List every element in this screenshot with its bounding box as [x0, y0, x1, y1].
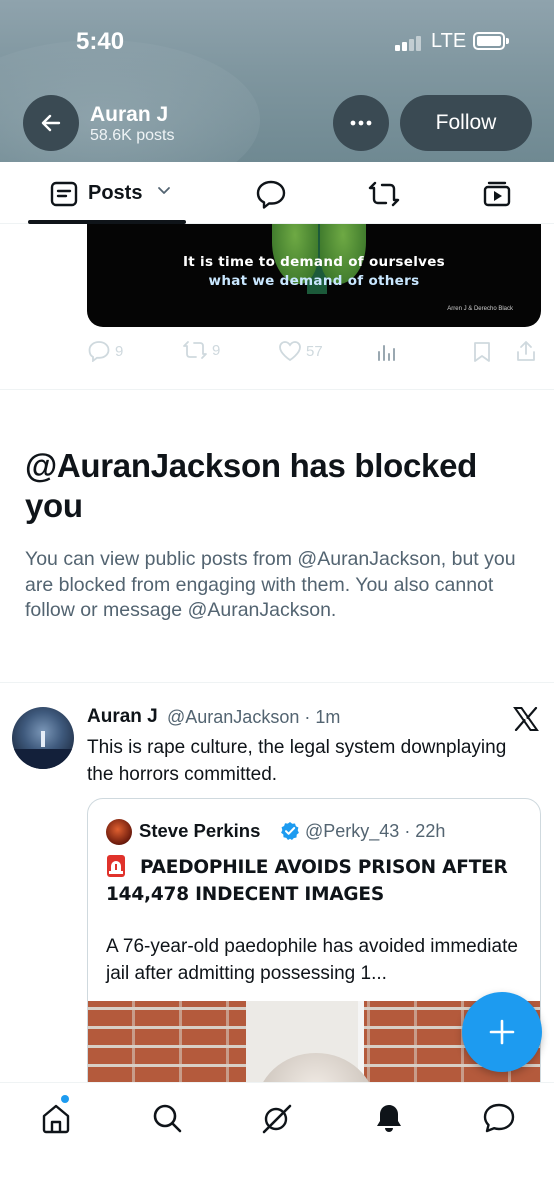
tab-media-icon[interactable]: [482, 179, 512, 209]
follow-button[interactable]: Follow: [400, 95, 532, 151]
share-icon[interactable]: [515, 340, 537, 362]
x-logo-icon: [513, 707, 539, 731]
tweet-text: This is rape culture, the legal system d…: [87, 737, 507, 785]
bottom-navigation: [0, 1082, 554, 1200]
home-icon[interactable]: [40, 1102, 72, 1134]
divider: [0, 682, 554, 683]
analytics-icon[interactable]: [376, 342, 398, 362]
post-actions: 9 9 57: [87, 338, 547, 366]
reply-action[interactable]: 9: [87, 340, 123, 362]
tab-posts[interactable]: Posts: [28, 162, 186, 224]
retweet-action[interactable]: 9: [182, 340, 220, 360]
retweet-icon: [183, 341, 207, 359]
media-quote-line1: It is time to demand of ourselves: [182, 254, 446, 270]
notification-dot: [61, 1095, 69, 1103]
media-quote-line2: what we demand of others: [208, 273, 420, 289]
chevron-down-icon: [158, 187, 170, 194]
more-dots-icon: [350, 120, 372, 126]
verified-badge-icon: [281, 822, 299, 840]
posts-icon: [50, 181, 78, 207]
heart-icon: [279, 341, 301, 362]
tweet-handle-time[interactable]: @AuranJackson · 1m: [167, 707, 340, 728]
back-button[interactable]: [23, 95, 79, 151]
reply-count: 9: [115, 342, 124, 360]
reply-icon: [88, 341, 110, 362]
quoted-avatar: [106, 819, 132, 845]
quoted-headline: PAEDOPHILE AVOIDS PRISON AFTER 144,478 I…: [106, 857, 508, 905]
tweet-author-name[interactable]: Auran J: [87, 706, 158, 728]
blocked-description: You can view public posts from @AuranJac…: [25, 548, 516, 621]
profile-name: Auran J: [90, 103, 169, 126]
more-options-button[interactable]: [333, 95, 389, 151]
post-count: 58.6K posts: [90, 127, 175, 144]
like-count: 57: [306, 342, 323, 360]
arrow-left-icon: [41, 114, 61, 132]
notifications-icon[interactable]: [373, 1102, 405, 1134]
quoted-body: A 76-year-old paedophile has avoided imm…: [106, 936, 518, 984]
tab-posts-label: Posts: [88, 182, 143, 204]
search-icon[interactable]: [151, 1102, 183, 1134]
avatar[interactable]: [12, 707, 74, 769]
post-media-image[interactable]: It is time to demand of ourselves what w…: [87, 224, 541, 327]
tab-retweet-icon[interactable]: [367, 179, 401, 209]
divider: [0, 389, 554, 390]
grok-icon[interactable]: [260, 1102, 294, 1136]
quoted-author-name: Steve Perkins: [139, 820, 261, 841]
messages-icon[interactable]: [482, 1102, 516, 1134]
battery-icon: [473, 32, 509, 50]
blocked-title: @AuranJackson has blocked you: [25, 447, 478, 524]
status-time: 5:40: [76, 28, 125, 55]
retweet-count: 9: [212, 341, 221, 359]
like-action[interactable]: 57: [278, 340, 323, 362]
media-credit: Arren J & Derecho Black: [447, 306, 513, 312]
plus-icon: [489, 1019, 515, 1045]
signal-icon: [395, 35, 423, 51]
compose-button[interactable]: [462, 992, 542, 1072]
tab-replies-icon[interactable]: [255, 179, 287, 209]
quoted-handle-time: @Perky_43 · 22h: [305, 821, 446, 841]
quoted-post[interactable]: Steve Perkins @Perky_43 · 22h PAEDOPHILE…: [87, 798, 541, 1118]
profile-header: 5:40 LTE Auran J 58.6K posts Follow: [0, 0, 554, 162]
bookmark-icon[interactable]: [472, 341, 492, 363]
profile-tabs: Posts: [0, 162, 554, 224]
network-label: LTE: [431, 30, 467, 52]
